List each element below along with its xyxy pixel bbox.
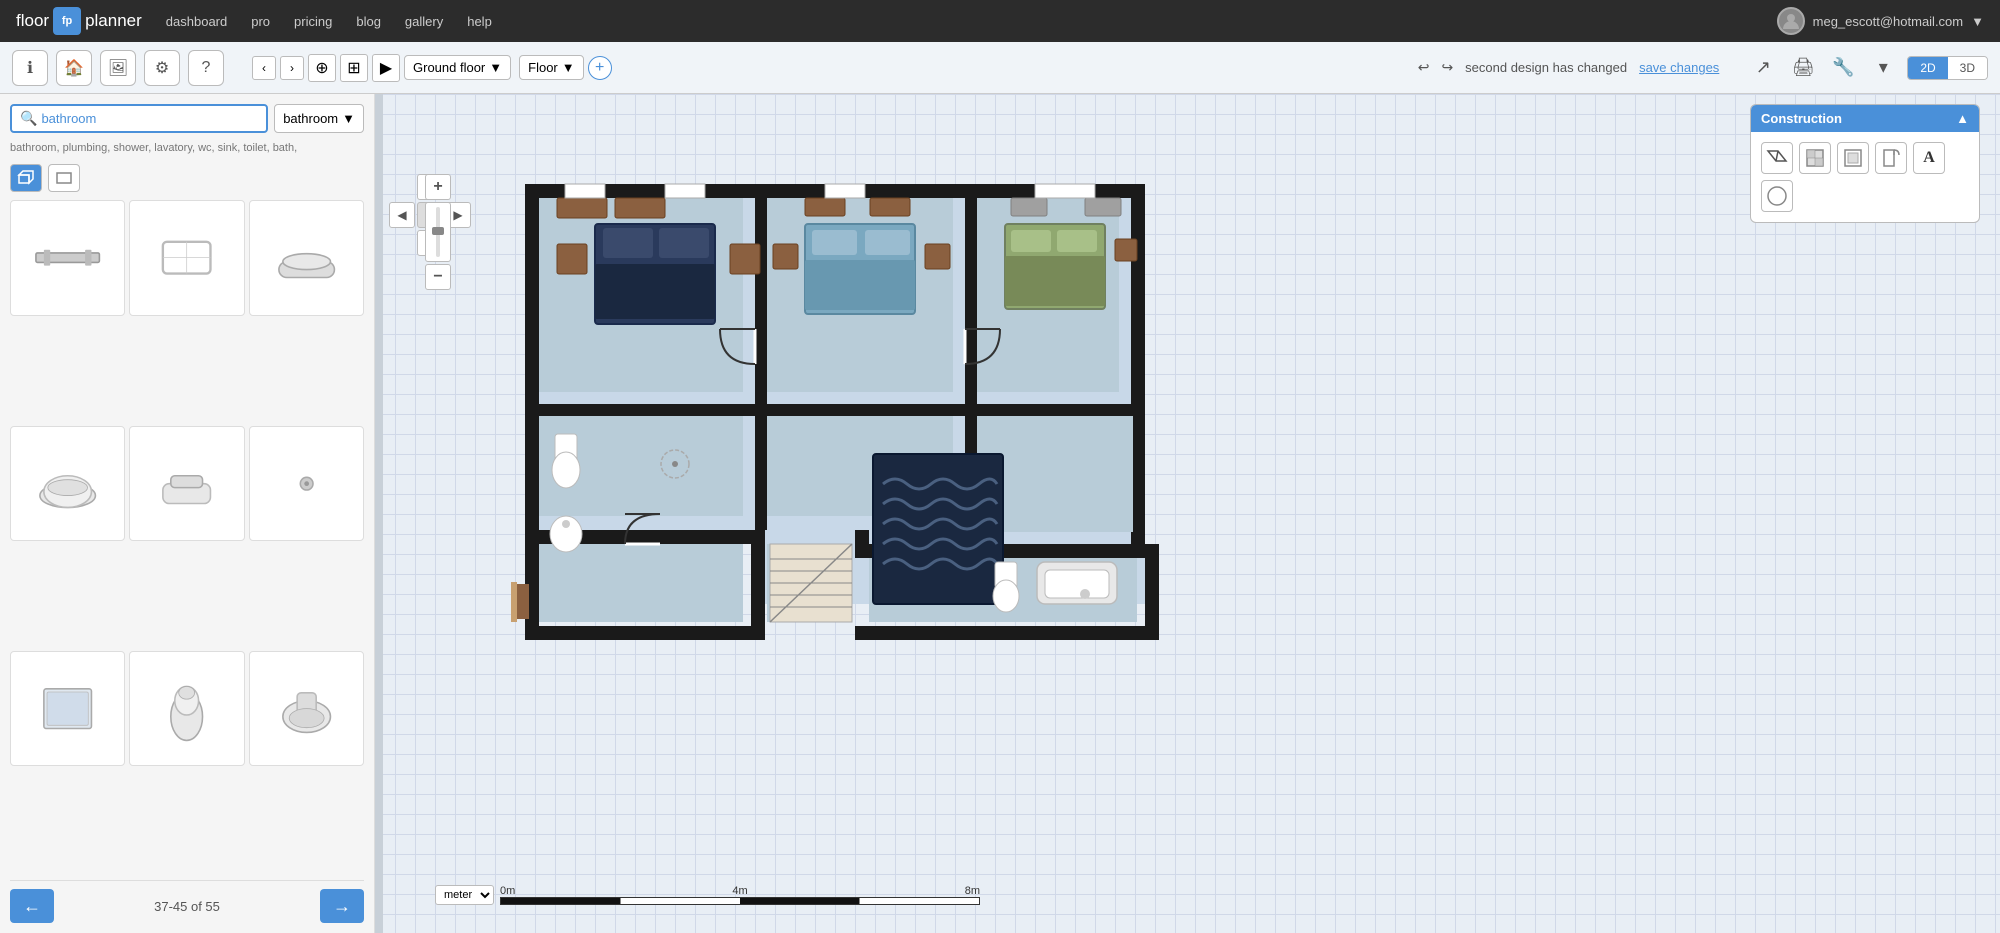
construction-panel: Construction ▲ — [1750, 104, 1980, 223]
print-button[interactable]: 🖨 — [1787, 52, 1819, 84]
pan-left-button[interactable]: ◀ — [389, 202, 415, 228]
share-button[interactable]: ↗ — [1747, 52, 1779, 84]
construction-collapse-icon[interactable]: ▲ — [1956, 111, 1969, 126]
floor-dropdown[interactable]: Ground floor ▼ — [404, 55, 511, 80]
construction-panel-header[interactable]: Construction ▲ — [1751, 105, 1979, 132]
settings-button[interactable]: ⚙ — [144, 50, 180, 86]
page-info: 37-45 of 55 — [154, 899, 220, 914]
floor2-dropdown[interactable]: Floor ▼ — [519, 55, 584, 80]
ruler-left — [375, 94, 383, 933]
prev-page-button[interactable]: ← — [10, 889, 54, 923]
zoom-in-button[interactable]: + — [425, 174, 451, 200]
scale-label-0: 0m — [500, 885, 515, 897]
floor-arrow-btn[interactable]: ▶ — [372, 54, 400, 82]
construction-tools: A — [1751, 132, 1979, 222]
nav-help[interactable]: help — [467, 14, 492, 29]
canvas-area[interactable]: ▲ ◀ ⊕ ▶ ▼ + − — [375, 94, 2000, 933]
list-item[interactable] — [249, 426, 364, 541]
category-label: bathroom — [283, 111, 338, 126]
scale-visual: 0m 4m 8m — [500, 885, 980, 905]
search-area: 🔍 bathroom ▼ — [10, 104, 364, 133]
floor-tool[interactable] — [1799, 142, 1831, 174]
app-logo[interactable]: floor fp planner — [16, 7, 142, 35]
scale-line — [500, 897, 980, 905]
add-floor-button[interactable]: + — [588, 56, 612, 80]
view-3d-button[interactable]: 3D — [1948, 57, 1987, 79]
floor-nav-next[interactable]: › — [280, 56, 304, 80]
items-grid — [10, 200, 364, 872]
wrench-button[interactable]: 🔧 — [1827, 52, 1859, 84]
floor-nav-prev[interactable]: ‹ — [252, 56, 276, 80]
user-email: meg_escott@hotmail.com — [1813, 14, 1963, 29]
list-item[interactable] — [10, 426, 125, 541]
next-page-button[interactable]: → — [320, 889, 364, 923]
nav-blog[interactable]: blog — [356, 14, 381, 29]
search-tags: bathroom, plumbing, shower, lavatory, wc… — [10, 141, 364, 156]
scale-bar: meter feet 0m 4m 8m — [435, 885, 980, 905]
floor2-dropdown-arrow: ▼ — [562, 60, 575, 75]
zoom-controls: + − — [425, 174, 451, 290]
list-item[interactable] — [249, 200, 364, 315]
view-toggle: 2D 3D — [1907, 56, 1988, 80]
list-item[interactable] — [129, 200, 244, 315]
floor-label: Ground floor — [413, 60, 485, 75]
category-dropdown-arrow: ▼ — [342, 111, 355, 126]
image-button[interactable]: 🖼 — [100, 50, 136, 86]
floor2-label: Floor — [528, 60, 558, 75]
list-item[interactable] — [249, 651, 364, 766]
top-navigation: floor fp planner dashboard pro pricing b… — [0, 0, 2000, 42]
scale-label-4: 4m — [732, 885, 747, 897]
user-avatar — [1777, 7, 1805, 35]
list-item[interactable] — [10, 200, 125, 315]
construction-title: Construction — [1761, 111, 1842, 126]
floor-selector: ‹ › ⊕ ⊞ ▶ Ground floor ▼ Floor ▼ + — [252, 54, 612, 82]
erase-tool[interactable] — [1761, 180, 1793, 212]
category-dropdown[interactable]: bathroom ▼ — [274, 104, 364, 133]
search-input[interactable] — [41, 111, 258, 126]
main-area: 🔍 bathroom ▼ bathroom, plumbing, shower,… — [0, 94, 2000, 933]
left-sidebar: 🔍 bathroom ▼ bathroom, plumbing, shower,… — [0, 94, 375, 933]
floor-plan — [475, 174, 1175, 654]
floor-expand-btn[interactable]: ⊞ — [340, 54, 368, 82]
logo-text-planner: planner — [85, 11, 142, 31]
info-button[interactable]: ℹ — [12, 50, 48, 86]
notification-text: second design has changed — [1465, 60, 1627, 75]
notification-bar: ↩ ↪ second design has changed save chang… — [1418, 59, 1720, 76]
zoom-out-button[interactable]: − — [425, 264, 451, 290]
nav-pricing[interactable]: pricing — [294, 14, 332, 29]
unit-selector[interactable]: meter feet — [435, 885, 494, 905]
view-mode-buttons — [10, 164, 364, 192]
list-item[interactable] — [129, 651, 244, 766]
scale-label-8: 8m — [965, 885, 980, 897]
more-button[interactable]: ▾ — [1867, 52, 1899, 84]
text-tool[interactable]: A — [1913, 142, 1945, 174]
user-area: meg_escott@hotmail.com ▼ — [1777, 7, 1984, 35]
logo-icon: fp — [53, 7, 81, 35]
main-toolbar: ℹ 🏠 🖼 ⚙ ? ‹ › ⊕ ⊞ ▶ Ground floor ▼ Floor… — [0, 42, 2000, 94]
nav-dashboard[interactable]: dashboard — [166, 14, 227, 29]
view-mode-3d[interactable] — [10, 164, 42, 192]
save-changes-link[interactable]: save changes — [1639, 60, 1719, 75]
view-mode-2d[interactable] — [48, 164, 80, 192]
pagination: ← 37-45 of 55 → — [10, 880, 364, 923]
home-button[interactable]: 🏠 — [56, 50, 92, 86]
toolbar-right: ↩ ↪ second design has changed save chang… — [1418, 52, 1988, 84]
room-tool[interactable] — [1837, 142, 1869, 174]
logo-text-floor: floor — [16, 11, 49, 31]
user-dropdown-arrow[interactable]: ▼ — [1971, 14, 1984, 29]
floor-dropdown-arrow: ▼ — [489, 60, 502, 75]
list-item[interactable] — [129, 426, 244, 541]
scale-labels: 0m 4m 8m — [500, 885, 980, 897]
view-2d-button[interactable]: 2D — [1908, 57, 1947, 79]
search-box: 🔍 — [10, 104, 268, 133]
door-tool[interactable] — [1875, 142, 1907, 174]
floor-center-btn[interactable]: ⊕ — [308, 54, 336, 82]
zoom-slider[interactable] — [425, 202, 451, 262]
nav-pro[interactable]: pro — [251, 14, 270, 29]
search-icon: 🔍 — [20, 110, 37, 127]
nav-gallery[interactable]: gallery — [405, 14, 443, 29]
list-item[interactable] — [10, 651, 125, 766]
wall-tool[interactable] — [1761, 142, 1793, 174]
help-button[interactable]: ? — [188, 50, 224, 86]
